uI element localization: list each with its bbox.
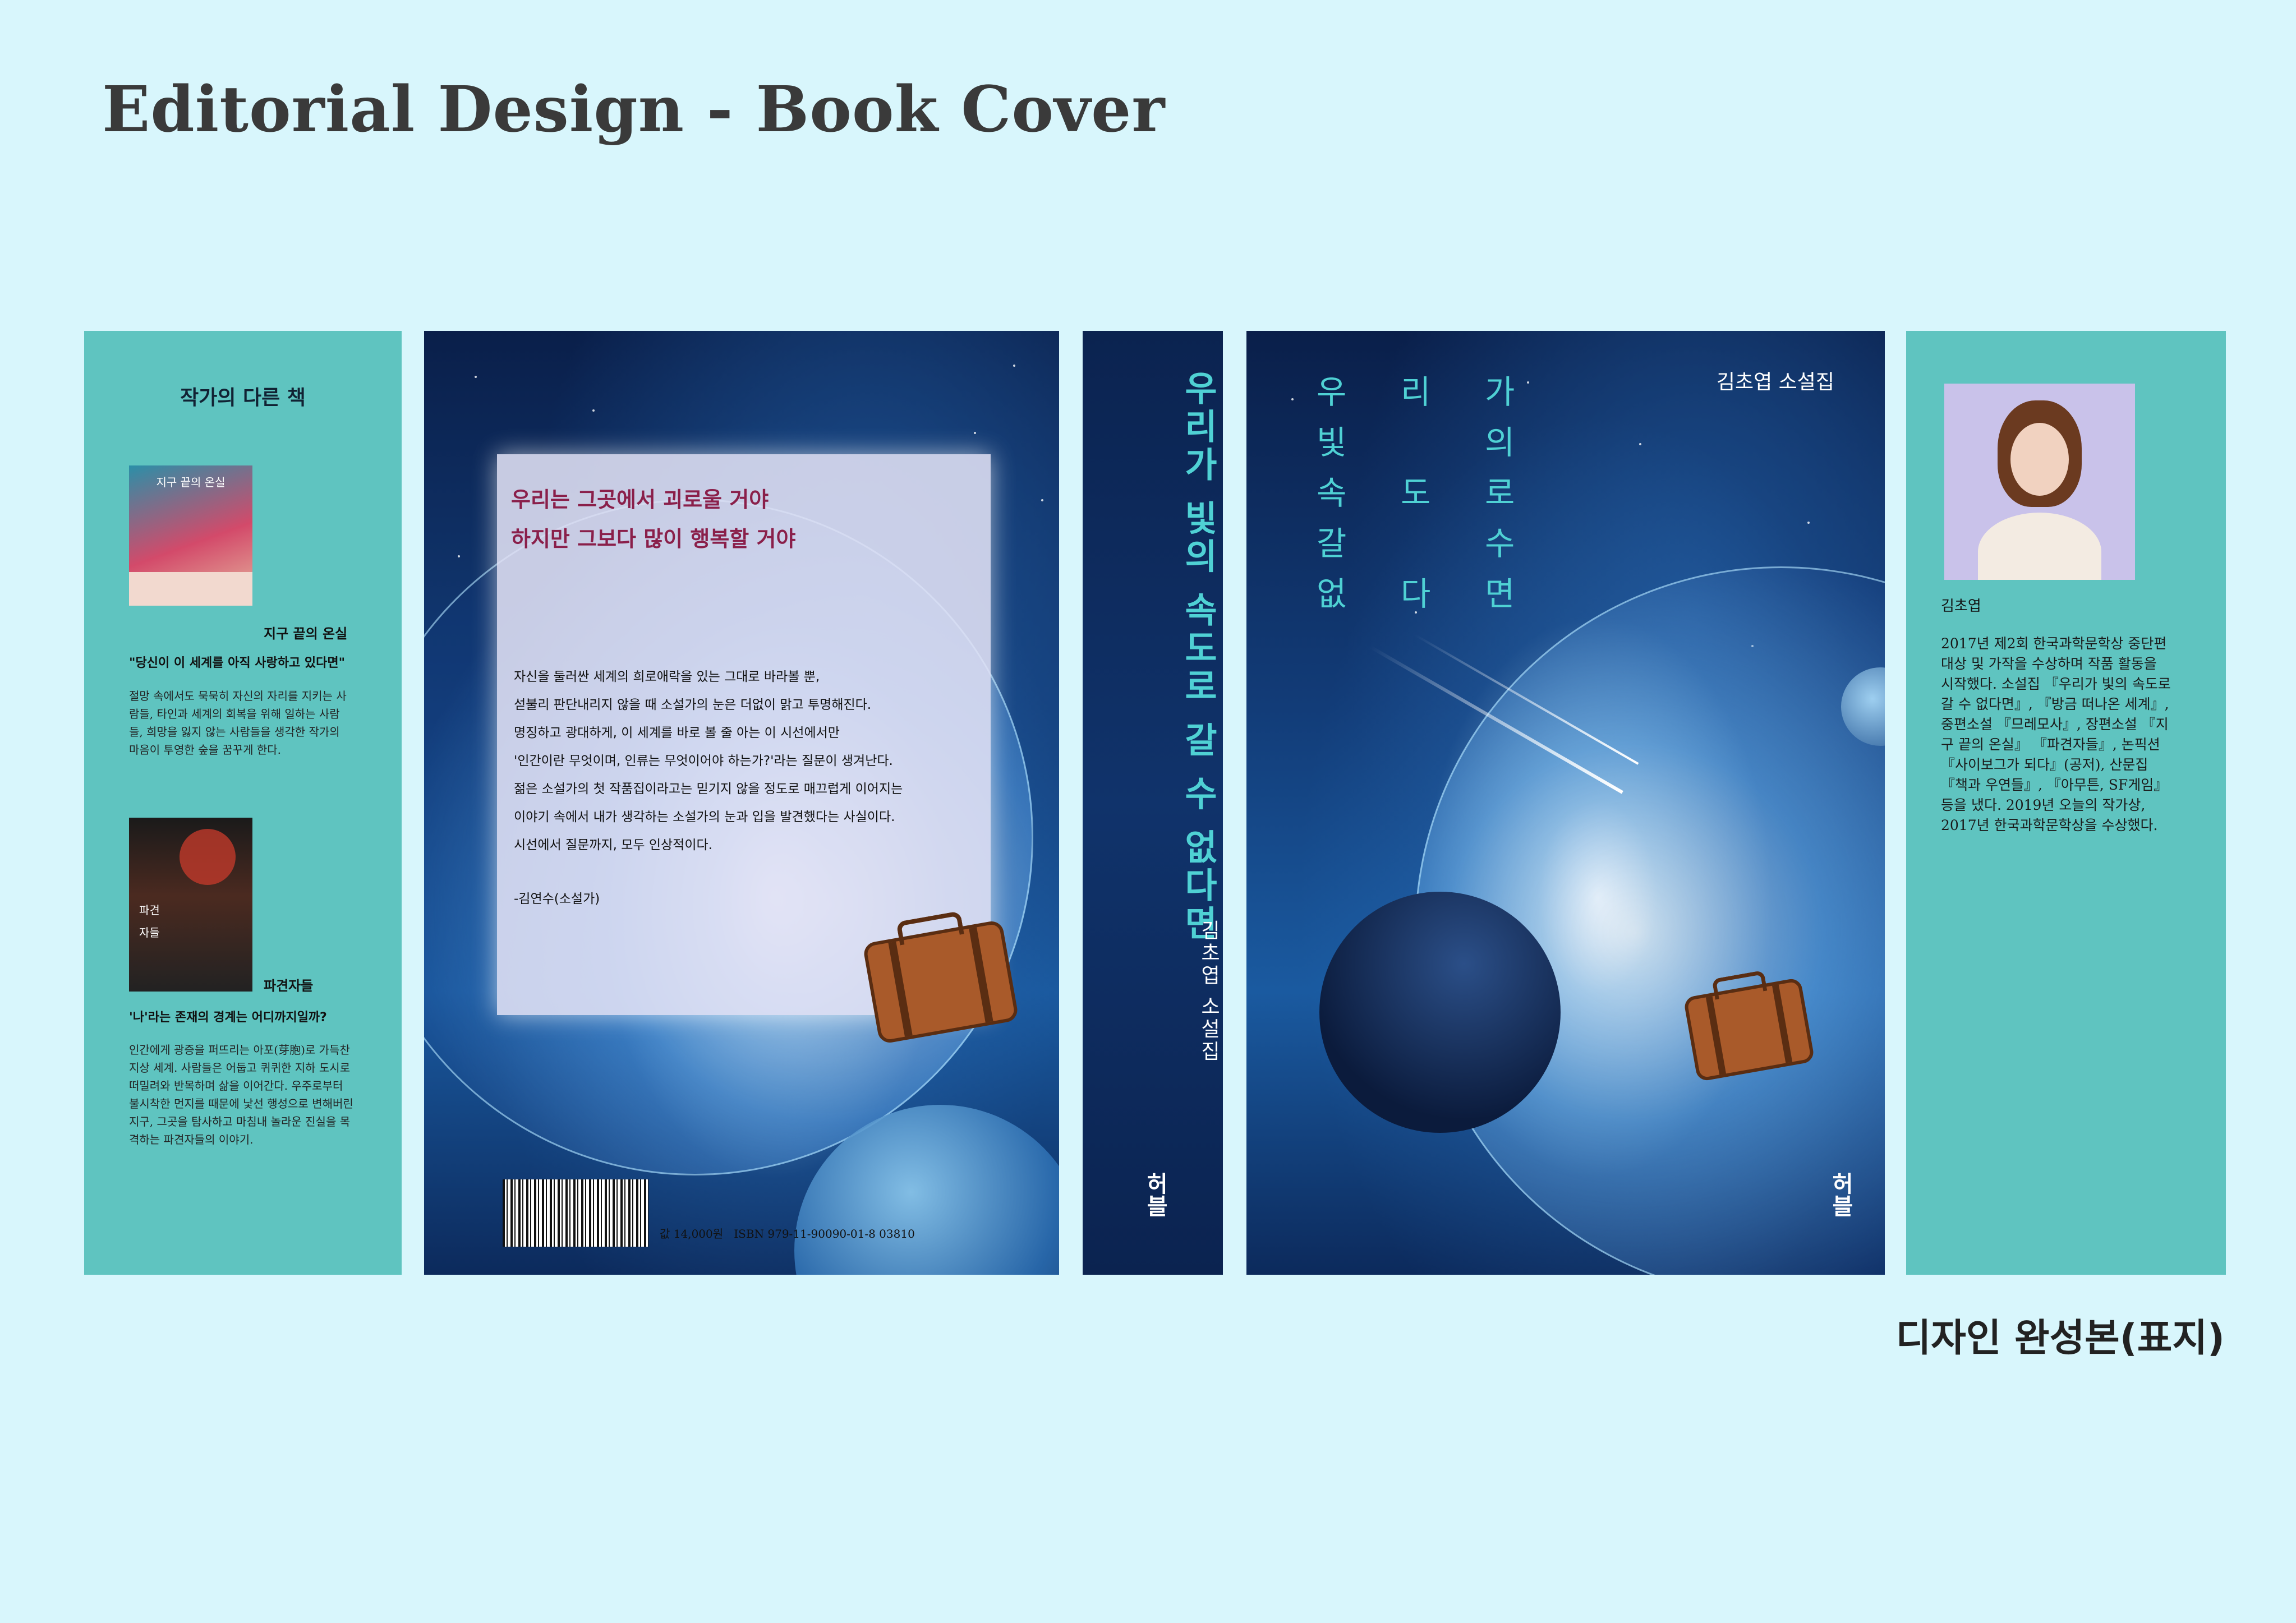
review-line: 시선에서 질문까지, 모두 인상적이다. [514, 838, 712, 852]
review-line: '인간이란 무엇이며, 인류는 무엇이어야 하는가?'라는 질문이 생겨난다. [514, 754, 893, 768]
review-text: 자신을 둘러싼 세계의 희로애락을 있는 그대로 바라볼 뿐, 섣불리 판단내리… [514, 663, 996, 859]
book1-name: 지구 끝의 온실 [264, 626, 348, 642]
book-cover-greenhouse: 지구 끝의 온실 [129, 465, 252, 606]
review-line: 젊은 소설가의 첫 작품집이라고는 믿기지 않을 정도로 매끄럽게 이어지는 [514, 782, 903, 796]
front-author: 김초엽 소설집 [1716, 371, 1834, 394]
review-line: 이야기 속에서 내가 생각하는 소설가의 눈과 입을 발견했다는 사실이다. [514, 810, 895, 824]
title-char: 면 [1485, 575, 1515, 613]
author-bio: 2017년 제2회 한국과학문학상 중단편 대상 및 가작을 수상하며 작품 활… [1941, 635, 2171, 833]
author-name: 김초엽 [1941, 598, 1981, 615]
title-char: 없 [1317, 575, 1347, 613]
review-line: 자신을 둘러싼 세계의 희로애락을 있는 그대로 바라볼 뿐, [514, 670, 820, 684]
spine-title: 우리가 빛의 속도로 갈 수 없다면 [1177, 370, 1218, 943]
right-flap: 김초엽 2017년 제2회 한국과학문학상 중단편 대상 및 가작을 수상하며 … [1906, 331, 2226, 1275]
front-publisher-logo: 허블 [1828, 1172, 1853, 1217]
front-cover: 김초엽 소설집 우 빛 속 갈 없 리 도 다 가 의 로 수 면 허블 [1246, 331, 1885, 1275]
mini-book-title: 지구 끝의 온실 [156, 476, 226, 489]
book1-quote: "당신이 이 세계를 아직 사랑하고 있다면" [129, 656, 346, 670]
title-char: 로 [1485, 474, 1515, 512]
barcode [503, 1179, 648, 1247]
book-cover-dispatchers: 파견자들 [129, 818, 252, 992]
book2-quote: '나'라는 존재의 경계는 어디까지일까? [129, 1011, 327, 1025]
spine: 우리가 빛의 속도로 갈 수 없다면 김초엽 소설집 허블 [1083, 331, 1223, 1275]
title-char: 수 [1485, 524, 1515, 562]
price-isbn: 값 14,000원 ISBN 979-11-90090-01-8 03810 [660, 1225, 915, 1241]
spine-publisher-logo: 허블 [1142, 1172, 1168, 1217]
other-books-title: 작가의 다른 책 [180, 386, 306, 409]
title-char: 리 [1401, 373, 1431, 411]
design-caption: 디자인 완성본(표지) [1895, 1316, 2225, 1361]
title-char: 도 [1401, 474, 1431, 512]
author-photo [1944, 384, 2135, 580]
page-heading: Editorial Design - Book Cover [102, 73, 1166, 146]
review-signature: -김연수(소설가) [514, 892, 600, 906]
title-char: 빛 [1317, 423, 1347, 462]
title-char: 속 [1317, 474, 1347, 512]
mini-book-title: 파견자들 [139, 903, 160, 939]
review-line: 섣불리 판단내리지 않을 때 소설가의 눈은 더없이 맑고 투명해진다. [514, 698, 872, 712]
price: 값 14,000원 [660, 1227, 724, 1241]
title-char: 의 [1485, 423, 1515, 462]
book2-description: 인간에게 광증을 퍼뜨리는 아포(芽胞)로 가득찬 지상 세계. 사람들은 어둡… [129, 1043, 353, 1146]
planet-dark [1319, 892, 1561, 1133]
book2-name: 파견자들 [264, 978, 314, 994]
review-line: 명징하고 광대하게, 이 세계를 바로 볼 줄 아는 이 시선에서만 [514, 726, 840, 740]
isbn: ISBN 979-11-90090-01-8 03810 [734, 1227, 915, 1241]
book1-description: 절망 속에서도 묵묵히 자신의 자리를 지키는 사람들, 타인과 세계의 회복을… [129, 689, 347, 757]
title-char: 가 [1485, 373, 1515, 411]
quote-line-2: 하지만 그보다 많이 행복할 거야 [511, 526, 796, 551]
back-cover: 우리는 그곳에서 괴로울 거야 하지만 그보다 많이 행복할 거야 자신을 둘러… [424, 331, 1059, 1275]
spine-author: 김초엽 소설집 [1197, 920, 1220, 1063]
title-char: 우 [1317, 373, 1347, 411]
left-flap: 작가의 다른 책 지구 끝의 온실 지구 끝의 온실 "당신이 이 세계를 아직… [84, 331, 402, 1275]
mini-book-accent [180, 829, 236, 885]
quote-line-1: 우리는 그곳에서 괴로울 거야 [511, 487, 769, 512]
title-char: 갈 [1317, 524, 1347, 562]
title-char: 다 [1401, 575, 1431, 613]
mini-book-footer [129, 572, 252, 606]
